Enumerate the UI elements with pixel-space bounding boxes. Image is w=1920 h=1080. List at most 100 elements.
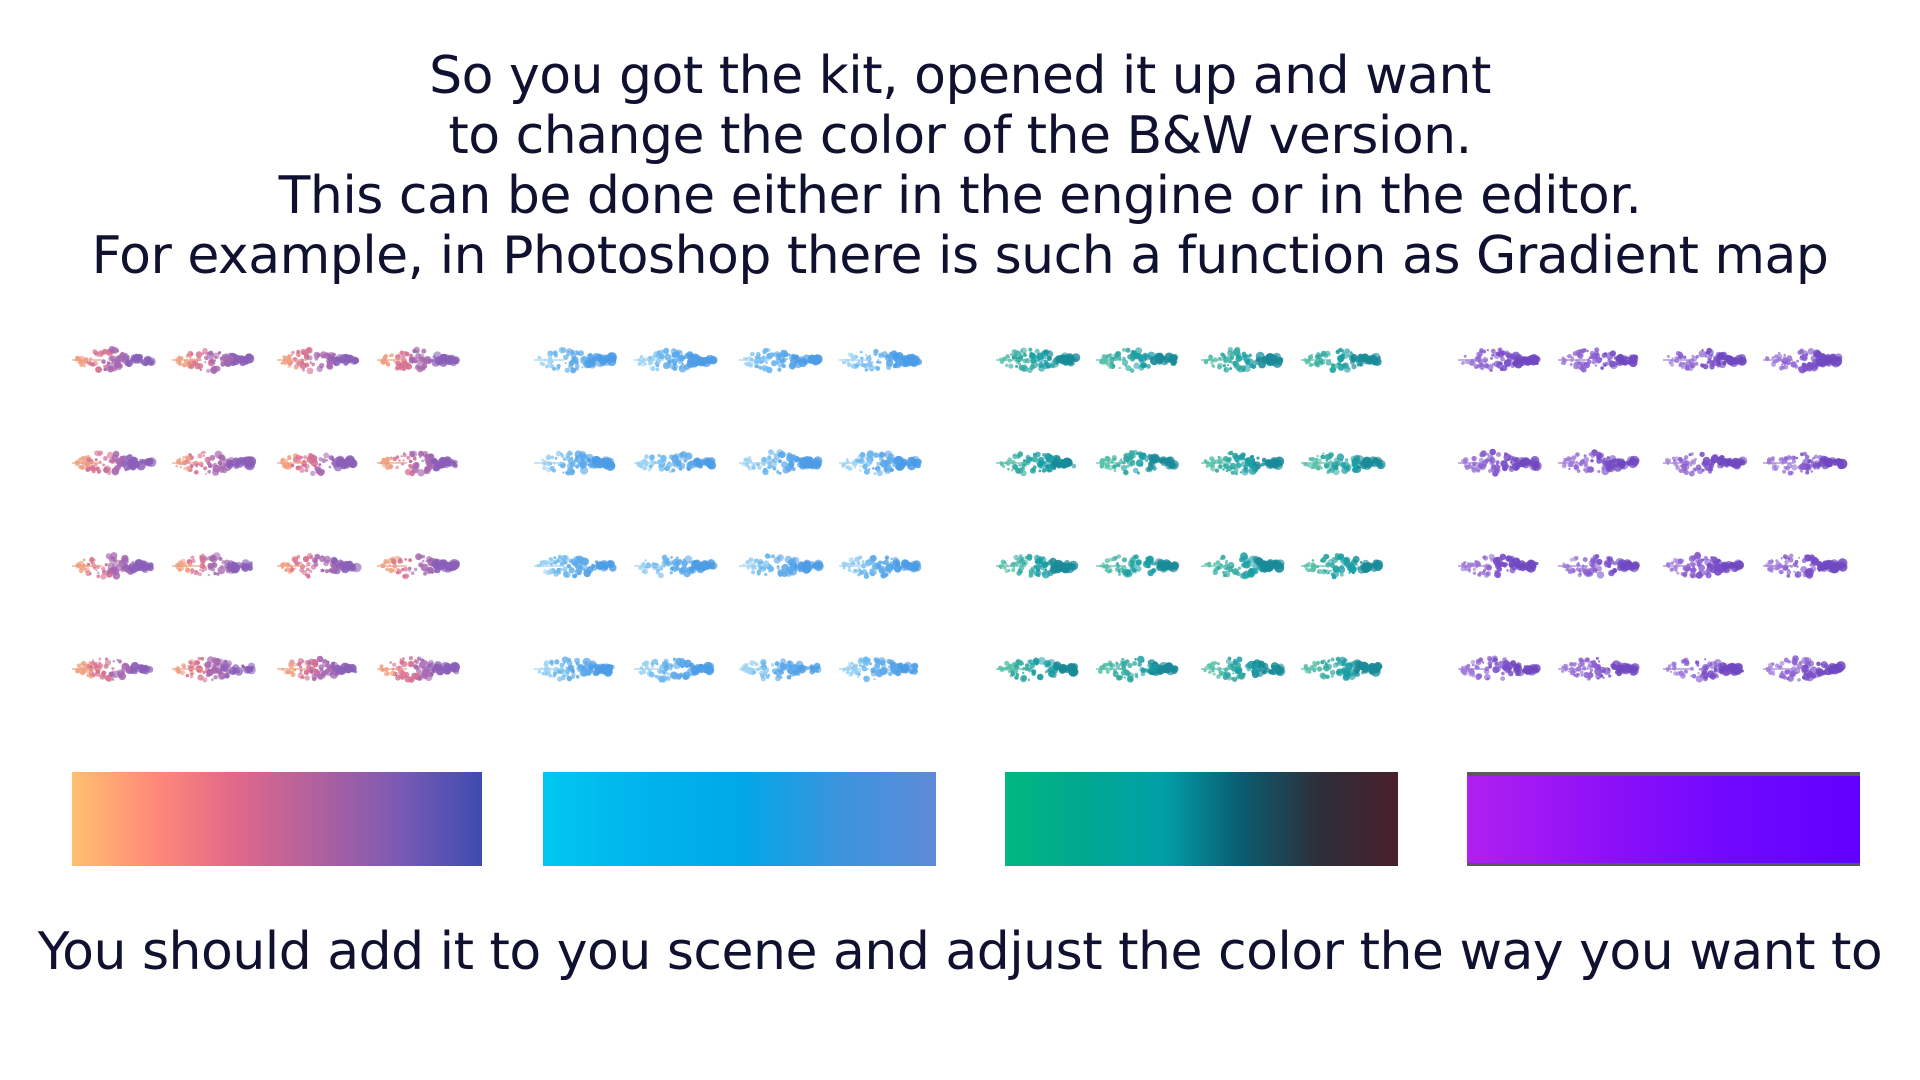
brush-stroke bbox=[839, 649, 924, 689]
brush-grid-sunset bbox=[72, 340, 482, 690]
brush-stroke bbox=[839, 546, 924, 586]
brush-stroke bbox=[1558, 340, 1643, 380]
brush-stroke bbox=[1763, 340, 1848, 380]
brush-stroke bbox=[277, 443, 362, 483]
brush-stroke-shape bbox=[1558, 656, 1640, 681]
brush-stroke bbox=[1201, 649, 1286, 689]
brush-stroke-shape bbox=[1663, 657, 1744, 683]
brush-stroke bbox=[1458, 340, 1543, 380]
brush-stroke bbox=[534, 340, 619, 380]
brush-stroke bbox=[1301, 546, 1386, 586]
brush-stroke bbox=[534, 443, 619, 483]
brush-stroke-shape bbox=[1663, 451, 1748, 477]
brush-stroke-shape bbox=[277, 553, 362, 579]
brush-stroke bbox=[839, 340, 924, 380]
brush-stroke-shape bbox=[1096, 554, 1180, 578]
brush-stroke bbox=[1096, 340, 1181, 380]
brush-stroke-shape bbox=[634, 450, 717, 473]
brush-stroke-shape bbox=[1458, 347, 1541, 372]
brush-stroke-shape bbox=[1201, 552, 1285, 580]
brush-stroke-shape bbox=[1301, 347, 1382, 374]
brush-stroke-shape bbox=[277, 346, 360, 375]
brush-stroke-shape bbox=[1201, 450, 1285, 476]
brush-stroke bbox=[634, 340, 719, 380]
brush-stroke-shape bbox=[1763, 655, 1846, 682]
brush-stroke-shape bbox=[1458, 553, 1539, 579]
brush-stroke bbox=[1458, 546, 1543, 586]
brush-stroke-shape bbox=[1201, 656, 1286, 683]
brush-stroke bbox=[172, 340, 257, 380]
brush-stroke-shape bbox=[996, 657, 1079, 683]
brush-stroke-shape bbox=[172, 450, 257, 476]
brush-stroke bbox=[377, 443, 462, 483]
brush-stroke bbox=[1301, 443, 1386, 483]
brush-stroke-shape bbox=[1096, 655, 1179, 683]
brush-stroke-shape bbox=[534, 450, 616, 476]
brush-stroke bbox=[1096, 443, 1181, 483]
brush-stroke-shape bbox=[1558, 554, 1640, 579]
brush-stroke bbox=[739, 649, 824, 689]
brush-stroke-shape bbox=[634, 347, 718, 373]
brush-stroke bbox=[1558, 443, 1643, 483]
brush-stroke bbox=[634, 546, 719, 586]
brush-stroke-shape bbox=[534, 346, 617, 374]
brush-stroke bbox=[1763, 443, 1848, 483]
brush-stroke-shape bbox=[739, 553, 824, 578]
brush-stroke-shape bbox=[1763, 553, 1848, 579]
brush-stroke-shape bbox=[72, 450, 157, 476]
brush-stroke-shape bbox=[634, 657, 715, 683]
outro-text: You should add it to you scene and adjus… bbox=[37, 922, 1883, 982]
brush-stroke-shape bbox=[996, 553, 1079, 579]
brush-stroke bbox=[996, 649, 1081, 689]
brush-stroke bbox=[377, 340, 462, 380]
brush-stroke-shape bbox=[1558, 347, 1639, 373]
brush-grid-violet bbox=[1458, 340, 1868, 690]
brush-stroke bbox=[634, 443, 719, 483]
gradient-ramp-violet bbox=[1467, 772, 1860, 866]
brush-stroke-shape bbox=[634, 554, 718, 579]
brush-stroke bbox=[1663, 443, 1748, 483]
brush-stroke bbox=[634, 649, 719, 689]
brush-stroke-shape bbox=[172, 656, 256, 683]
brush-stroke bbox=[277, 649, 362, 689]
brush-stroke-shape bbox=[1096, 347, 1179, 373]
brush-stroke-shape bbox=[1201, 346, 1284, 373]
brush-stroke-shape bbox=[839, 555, 922, 579]
brush-stroke-shape bbox=[72, 657, 154, 682]
gradient-ramp-teal-dark bbox=[1005, 772, 1398, 866]
brush-stroke-shape bbox=[377, 450, 458, 477]
gradient-ramp-sunset bbox=[72, 772, 482, 866]
brush-stroke bbox=[277, 546, 362, 586]
brush-stroke-shape bbox=[739, 449, 823, 476]
brush-stroke bbox=[172, 546, 257, 586]
intro-line-4: For example, in Photoshop there is such … bbox=[91, 226, 1829, 286]
brush-grid-sky-blue bbox=[534, 340, 944, 690]
brush-stroke bbox=[739, 546, 824, 586]
brush-stroke bbox=[1663, 340, 1748, 380]
brush-stroke-shape bbox=[739, 347, 823, 374]
brush-stroke bbox=[534, 546, 619, 586]
brush-group-sky-blue bbox=[534, 340, 944, 690]
brush-stroke-shape bbox=[534, 656, 615, 682]
brush-group-violet bbox=[1458, 340, 1868, 690]
brush-stroke-shape bbox=[996, 451, 1077, 477]
brush-stroke bbox=[377, 649, 462, 689]
brush-stroke bbox=[72, 546, 157, 586]
brush-stroke-shape bbox=[1558, 449, 1640, 476]
brush-stroke-shape bbox=[377, 346, 460, 373]
brush-stroke bbox=[1096, 546, 1181, 586]
intro-line-3: This can be done either in the engine or… bbox=[278, 166, 1642, 226]
brush-stroke bbox=[1763, 649, 1848, 689]
gradient-ramp-sky-blue bbox=[543, 772, 936, 866]
brush-stroke bbox=[1763, 546, 1848, 586]
brush-stroke-shape bbox=[172, 552, 254, 577]
brush-stroke bbox=[1096, 649, 1181, 689]
brush-stroke bbox=[172, 649, 257, 689]
brush-stroke bbox=[1201, 340, 1286, 380]
brush-stroke-shape bbox=[1301, 553, 1384, 580]
brush-stroke-shape bbox=[1763, 348, 1843, 374]
brush-stroke bbox=[1558, 649, 1643, 689]
brush-stroke-shape bbox=[1663, 551, 1744, 579]
brush-stroke-shape bbox=[1663, 347, 1747, 372]
brush-stroke-shape bbox=[72, 552, 154, 580]
